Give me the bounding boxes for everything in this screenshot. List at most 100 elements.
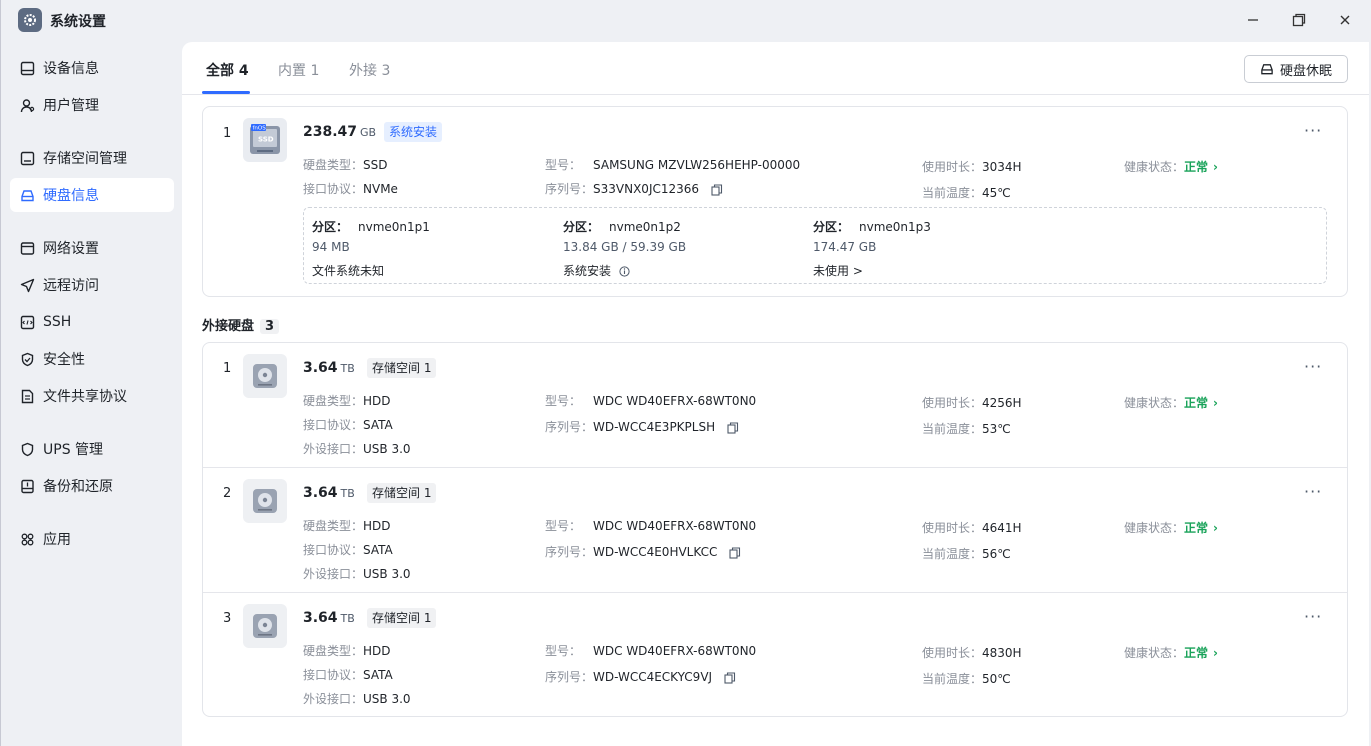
partition-name-value: nvme0n1p2 — [609, 220, 681, 234]
disk-uptime: 使用时长：3034H — [922, 158, 1022, 175]
maximize-button[interactable] — [1285, 8, 1313, 32]
storage-pool-badge: 存储空间 1 — [367, 483, 437, 503]
sidebar-item-label: 用户管理 — [43, 98, 99, 114]
sidebar-item-file-sharing[interactable]: 文件共享协议 — [10, 379, 174, 413]
section-title-text: 外接硬盘 — [202, 319, 255, 334]
system-install-badge: 系统安装 — [384, 122, 443, 142]
disk-interface-value: SATA — [363, 668, 393, 682]
remote-icon — [19, 277, 35, 293]
more-options-button[interactable]: ··· — [1304, 482, 1322, 501]
minimize-button[interactable] — [1239, 8, 1267, 32]
partition-size: 174.47 GB — [813, 240, 877, 254]
disk-uptime-label: 使用时长： — [922, 396, 983, 410]
disk-model: 型号： WDC WD40EFRX-68WT0N0 — [545, 392, 756, 409]
sidebar-item-label: 文件共享协议 — [43, 389, 127, 405]
disk-serial: 序列号：WD-WCC4E0HVLKCC — [545, 543, 741, 560]
disk-serial: 序列号：WD-WCC4ECKYC9VJ — [545, 668, 736, 685]
ups-icon — [19, 441, 35, 457]
sidebar-item-ssh[interactable]: SSH — [10, 305, 174, 339]
ssd-icon-label: SSD — [258, 136, 274, 144]
disk-index: 3 — [223, 611, 232, 626]
tab-internal[interactable]: 内置 1 — [278, 60, 319, 80]
disk-uptime: 使用时长：4830H — [922, 644, 1022, 661]
external-disks-heading: 外接硬盘 3 — [202, 315, 280, 334]
main-panel: 全部 4 内置 1 外接 3 硬盘休眠 1 fnOS SSD 238.47 GB… — [182, 42, 1369, 746]
tab-bar: 全部 4 内置 1 外接 3 硬盘休眠 — [182, 42, 1369, 95]
disk-model-value: WDC WD40EFRX-68WT0N0 — [593, 519, 757, 533]
more-options-button[interactable]: ··· — [1304, 357, 1322, 376]
sidebar-item-label: 备份和还原 — [43, 479, 113, 495]
sidebar-item-backup-restore[interactable]: 备份和还原 — [10, 469, 174, 503]
disk-model-label: 型号： — [545, 394, 582, 408]
sidebar-item-user-management[interactable]: 用户管理 — [10, 88, 174, 122]
disk-temperature: 当前温度：56℃ — [922, 545, 1011, 562]
tab-external[interactable]: 外接 3 — [349, 60, 390, 80]
disk-uptime-value: 4830H — [982, 646, 1022, 660]
sidebar-item-label: 设备信息 — [43, 61, 99, 77]
close-button[interactable] — [1331, 8, 1359, 32]
window-title: 系统设置 — [50, 14, 106, 30]
file-share-icon — [19, 388, 35, 404]
tab-all[interactable]: 全部 4 — [206, 60, 249, 80]
disk-type-value: HDD — [363, 394, 391, 408]
disk-model-value: WDC WD40EFRX-68WT0N0 — [593, 644, 757, 658]
partition-label: 分区： — [813, 220, 850, 234]
partition-name-value: nvme0n1p3 — [859, 220, 931, 234]
disk-external-interface: 外设接口：USB 3.0 — [303, 565, 411, 582]
sidebar-item-remote-access[interactable]: 远程访问 — [10, 268, 174, 302]
disk-capacity: 238.47 GB — [303, 124, 376, 140]
disk-temperature-value: 50℃ — [982, 672, 1011, 686]
disk-temperature-label: 当前温度： — [922, 186, 983, 200]
sidebar-item-disk-info[interactable]: 硬盘信息 — [10, 178, 174, 212]
sidebar-item-label: 存储空间管理 — [43, 151, 127, 167]
more-options-button[interactable]: ··· — [1304, 121, 1322, 140]
disk-uptime-value: 4256H — [982, 396, 1022, 410]
disk-temperature-label: 当前温度： — [922, 547, 983, 561]
disk-interface-label: 接口协议： — [303, 182, 364, 196]
disk-serial: 序列号：S33VNX0JC12366 — [545, 180, 723, 197]
disk-icon — [19, 187, 35, 203]
ssh-icon — [19, 314, 35, 330]
partition-unused-link[interactable]: 未使用 > — [813, 262, 863, 279]
disk-health[interactable]: 健康状态：正常 › — [1124, 158, 1218, 175]
disk-capacity-unit: TB — [340, 362, 355, 375]
disk-capacity-value: 3.64 — [303, 485, 338, 501]
disk-health[interactable]: 健康状态：正常 › — [1124, 644, 1218, 661]
disk-serial-value: WD-WCC4E0HVLKCC — [593, 545, 718, 559]
sidebar-item-storage-management[interactable]: 存储空间管理 — [10, 141, 174, 175]
copy-icon[interactable] — [724, 671, 736, 684]
sidebar-item-ups-management[interactable]: UPS 管理 — [10, 432, 174, 466]
disk-model: 型号： SAMSUNG MZVLW256HEHP-00000 — [545, 156, 800, 173]
disk-temperature: 当前温度：50℃ — [922, 670, 1011, 687]
disk-health-label: 健康状态： — [1124, 160, 1185, 174]
disk-health[interactable]: 健康状态：正常 › — [1124, 519, 1218, 536]
disk-interface: 接口协议：SATA — [303, 666, 393, 683]
partition-size: 13.84 GB / 59.39 GB — [563, 240, 687, 254]
disk-temperature-value: 45℃ — [982, 186, 1011, 200]
disk-health[interactable]: 健康状态：正常 › — [1124, 394, 1218, 411]
sidebar-item-network-settings[interactable]: 网络设置 — [10, 231, 174, 265]
storage-pool-badge: 存储空间 1 — [367, 608, 437, 628]
disk-interface-label: 接口协议： — [303, 668, 364, 682]
sidebar-item-security[interactable]: 安全性 — [10, 342, 174, 376]
disk-sleep-button[interactable]: 硬盘休眠 — [1244, 55, 1348, 83]
disk-interface: 接口协议：NVMe — [303, 180, 398, 197]
disk-row: 2 3.64 TB 存储空间 1 硬盘类型：HDD 接口协议：SATA 外设接口：… — [203, 467, 1347, 591]
disk-interface-value: SATA — [363, 543, 393, 557]
sidebar-item-device-info[interactable]: 设备信息 — [10, 51, 174, 85]
storage-pool-badge: 存储空间 1 — [367, 358, 437, 378]
disk-interface-label: 接口协议： — [303, 418, 364, 432]
hdd-icon — [243, 604, 287, 648]
more-options-button[interactable]: ··· — [1304, 607, 1322, 626]
disk-type: 硬盘类型：HDD — [303, 642, 391, 659]
sidebar-item-apps[interactable]: 应用 — [10, 522, 174, 556]
apps-icon — [19, 531, 35, 547]
chevron-right-icon: › — [1213, 646, 1218, 660]
copy-icon[interactable] — [729, 546, 741, 559]
disk-serial: 序列号：WD-WCC4E3PKPLSH — [545, 418, 739, 435]
backup-icon — [19, 478, 35, 494]
copy-icon[interactable] — [727, 421, 739, 434]
info-icon[interactable] — [619, 266, 630, 277]
copy-icon[interactable] — [711, 183, 723, 196]
disk-temperature: 当前温度：53℃ — [922, 420, 1011, 437]
